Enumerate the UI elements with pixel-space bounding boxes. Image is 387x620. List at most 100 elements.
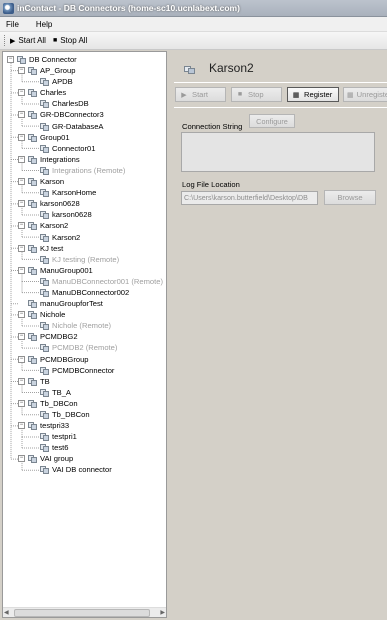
header-divider (174, 82, 387, 83)
tree-connector-node[interactable]: ManuDBConnector001 (Remote) (3, 276, 166, 287)
tree-connector-node[interactable]: Nichole (Remote) (3, 320, 166, 331)
collapse-toggle-icon[interactable]: − (18, 222, 25, 230)
collapse-toggle-icon[interactable]: − (18, 422, 25, 430)
tree-connector-node[interactable]: Tb_DBCon (3, 409, 166, 420)
collapse-toggle-icon[interactable]: − (18, 355, 25, 363)
collapse-toggle-icon[interactable]: − (18, 333, 25, 341)
tree-connector-node[interactable]: KarsonHome (3, 187, 166, 198)
tree-connector-node[interactable]: Integrations (Remote) (3, 165, 166, 176)
log-file-field[interactable]: C:\Users\karson.butterfield\Desktop\DB (181, 191, 318, 205)
connector-tree[interactable]: − DB Connector − AP_Group APDB − Charles Charle… (2, 51, 167, 618)
tree-node-label: Connector01 (52, 143, 96, 153)
connector-icon (40, 321, 49, 331)
tree-group-node[interactable]: − KJ test (3, 243, 166, 254)
title-bar: inContact - DB Connectors (home-sc10.ucn… (0, 0, 387, 17)
stop-all-button[interactable]: ■ Stop All (53, 36, 87, 45)
tree-connector-node[interactable]: ManuDBConnector002 (3, 287, 166, 298)
tree-connector-node[interactable]: test6 (3, 442, 166, 453)
collapse-toggle-icon[interactable]: − (18, 67, 25, 75)
collapse-toggle-icon[interactable]: − (18, 111, 25, 119)
connection-string-field[interactable] (181, 132, 375, 172)
tree-node-label: AP_Group (40, 66, 76, 76)
menu-help[interactable]: Help (34, 20, 54, 29)
stop-button[interactable]: ■ Stop (231, 87, 282, 102)
collapse-toggle-icon[interactable]: − (18, 89, 25, 97)
connector-icon (28, 266, 37, 275)
register-button[interactable]: ▦ Register (287, 87, 339, 102)
collapse-toggle-icon[interactable]: − (7, 56, 14, 63)
connector-icon (40, 122, 49, 131)
scroll-left-icon[interactable]: ◀ (4, 609, 9, 616)
collapse-toggle-icon[interactable]: − (18, 155, 25, 163)
tree-group-node[interactable]: − Charles (3, 87, 166, 98)
tree-group-node[interactable]: − Nichole (3, 309, 166, 320)
collapse-toggle-icon[interactable]: − (18, 377, 25, 385)
connector-icon (40, 144, 49, 153)
tree-connector-node[interactable]: CharlesDB (3, 98, 166, 109)
start-all-label: Start All (18, 36, 46, 45)
tree-group-node[interactable]: − Karson (3, 176, 166, 187)
tree-connector-node[interactable]: Karson2 (3, 232, 166, 243)
tree-node-label: karson0628 (52, 210, 92, 220)
scroll-thumb[interactable] (14, 608, 150, 617)
collapse-toggle-icon[interactable]: − (18, 178, 25, 186)
scroll-right-icon[interactable]: ▶ (160, 609, 165, 616)
tree-group-node[interactable]: − karson0628 (3, 198, 166, 209)
tree-node-label: ManuGroup001 (40, 265, 93, 275)
tree-group-node[interactable]: − PCMDBG2 (3, 331, 166, 342)
tree-root-node[interactable]: − DB Connector (3, 54, 166, 65)
tree-node-label: ManuDBConnector001 (Remote) (52, 276, 164, 286)
connector-icon (28, 299, 37, 309)
tree-connector-node[interactable]: GR-DatabaseA (3, 121, 166, 132)
tree-connector-node[interactable]: karson0628 (3, 209, 166, 220)
detail-panel: Karson2 ▶ Start ■ Stop ▦ Register ▦ Unre… (174, 51, 387, 618)
tree-group-node[interactable]: − AP_Group (3, 65, 166, 76)
tree-connector-node[interactable]: Connector01 (3, 143, 166, 154)
tree-connector-node[interactable]: TB_A (3, 387, 166, 398)
collapse-toggle-icon[interactable]: − (18, 244, 25, 252)
tree-connector-node[interactable]: testpri1 (3, 431, 166, 442)
connector-icon (28, 177, 37, 187)
collapse-toggle-icon[interactable]: − (18, 311, 25, 319)
menu-file[interactable]: File (4, 20, 21, 29)
start-all-button[interactable]: ▶ Start All (10, 36, 46, 45)
tree-group-node[interactable]: − TB (3, 376, 166, 387)
connector-icon (28, 377, 37, 386)
stop-icon: ■ (237, 91, 243, 98)
tree-group-node[interactable]: − GR-DBConnector3 (3, 109, 166, 120)
browse-button[interactable]: Browse (324, 190, 376, 205)
tree-connector-node[interactable]: PCMDB2 (Remote) (3, 342, 166, 353)
collapse-toggle-icon[interactable]: − (18, 133, 25, 141)
tree-connector-node[interactable]: VAI DB connector (3, 464, 166, 475)
tree-group-node[interactable]: − testpri33 (3, 420, 166, 431)
tree-node-label: Nichole (40, 310, 66, 320)
tree-horizontal-scrollbar[interactable]: ◀ ▶ (3, 607, 166, 617)
tree-group-node[interactable]: − VAI group (3, 453, 166, 464)
tree-group-node[interactable]: manuGroupforTest (3, 298, 166, 309)
collapse-toggle-icon[interactable]: − (18, 266, 25, 274)
tree-group-node[interactable]: − Karson2 (3, 220, 166, 231)
tree-group-node[interactable]: − Group01 (3, 132, 166, 143)
panel-splitter[interactable] (169, 51, 173, 618)
tree-connector-node[interactable]: PCMDBConnector (3, 365, 166, 376)
connector-icon (40, 465, 49, 475)
tree-group-node[interactable]: − Tb_DBCon (3, 398, 166, 409)
tree-connector-node[interactable]: KJ testing (Remote) (3, 254, 166, 265)
connector-icon (28, 155, 37, 164)
unregister-button[interactable]: ▦ Unregister (343, 87, 387, 102)
collapse-toggle-icon[interactable]: − (18, 200, 25, 208)
connector-icon (28, 421, 37, 431)
connector-icon (28, 399, 37, 408)
tree-group-node[interactable]: − ManuGroup001 (3, 265, 166, 276)
tree-node-label: PCMDBConnector (52, 365, 115, 375)
tree-node-label: testpri33 (40, 421, 70, 431)
tree-node-label: DB Connector (29, 55, 77, 64)
start-button[interactable]: ▶ Start (175, 87, 226, 102)
connector-icon (28, 332, 37, 342)
tree-group-node[interactable]: − Integrations (3, 154, 166, 165)
collapse-toggle-icon[interactable]: − (18, 399, 25, 407)
collapse-toggle-icon[interactable]: − (18, 455, 25, 463)
tree-group-node[interactable]: − PCMDBGroup (3, 354, 166, 365)
configure-button[interactable]: Configure (249, 114, 295, 128)
tree-connector-node[interactable]: APDB (3, 76, 166, 87)
